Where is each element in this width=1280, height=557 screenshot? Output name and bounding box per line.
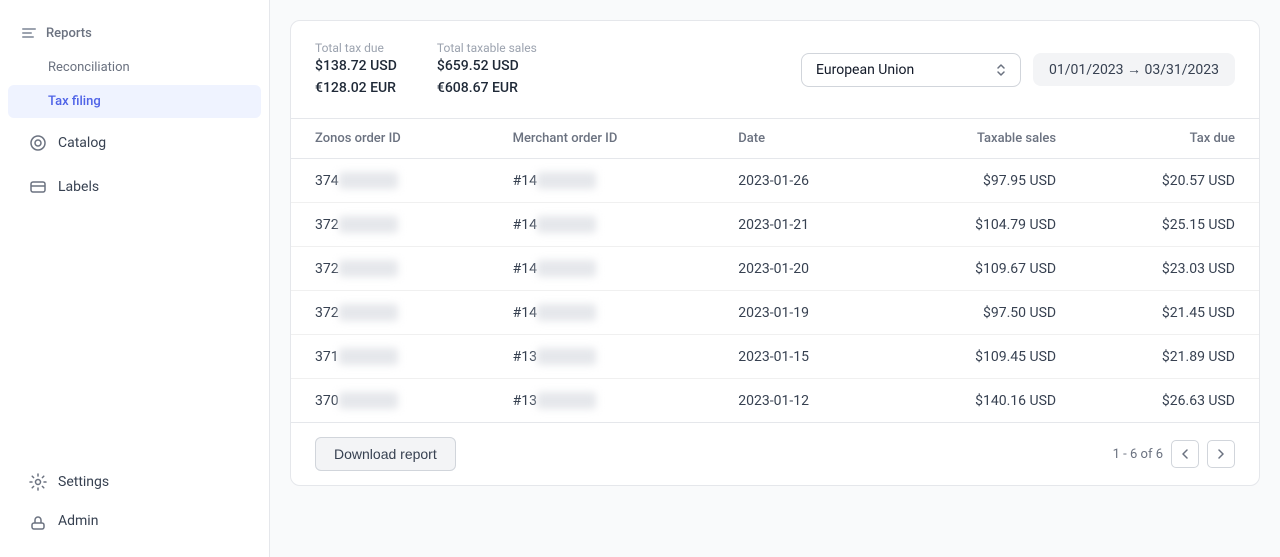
region-select[interactable]: European Union xyxy=(801,53,1021,87)
sidebar-item-admin[interactable]: Admin xyxy=(8,502,261,540)
cell-taxable-sales: $109.67 USD xyxy=(890,247,1080,291)
cell-merchant-id: #14██████ xyxy=(489,159,715,203)
col-header-tax-due: Tax due xyxy=(1080,119,1259,159)
cell-zonos-id: 370██████ xyxy=(291,379,489,423)
labels-label: Labels xyxy=(58,179,99,195)
table-row: 372██████ #14██████ 2023-01-20 $109.67 U… xyxy=(291,247,1259,291)
prev-page-button[interactable] xyxy=(1171,440,1199,468)
cell-tax-due: $20.57 USD xyxy=(1080,159,1259,203)
table-row: 372██████ #14██████ 2023-01-21 $104.79 U… xyxy=(291,203,1259,247)
cell-tax-due: $23.03 USD xyxy=(1080,247,1259,291)
region-select-label: European Union xyxy=(816,62,914,78)
catalog-label: Catalog xyxy=(58,135,106,151)
total-tax-due-eur: €128.02 EUR xyxy=(315,79,397,99)
cell-taxable-sales: $104.79 USD xyxy=(890,203,1080,247)
total-taxable-sales-usd: $659.52 USD xyxy=(437,57,537,77)
admin-label: Admin xyxy=(58,513,98,529)
sidebar-reports-label: Reports xyxy=(46,26,92,41)
table-header-row: Zonos order ID Merchant order ID Date Ta… xyxy=(291,119,1259,159)
next-page-button[interactable] xyxy=(1207,440,1235,468)
total-tax-due-usd: $138.72 USD xyxy=(315,57,397,77)
sidebar-item-labels[interactable]: Labels xyxy=(8,168,261,206)
sidebar-reconciliation-label: Reconciliation xyxy=(48,60,130,75)
settings-icon xyxy=(28,472,48,492)
main-content: Total tax due $138.72 USD €128.02 EUR To… xyxy=(270,0,1280,557)
cell-taxable-sales: $140.16 USD xyxy=(890,379,1080,423)
sidebar-item-settings[interactable]: Settings xyxy=(8,463,261,501)
cell-date: 2023-01-15 xyxy=(714,335,889,379)
labels-icon xyxy=(28,177,48,197)
sidebar-tax-filing-label: Tax filing xyxy=(48,94,101,109)
total-taxable-sales-eur: €608.67 EUR xyxy=(437,79,537,99)
col-header-taxable-sales: Taxable sales xyxy=(890,119,1080,159)
date-range: 01/01/2023 → 03/31/2023 xyxy=(1033,53,1235,86)
sidebar: Reports Reconciliation Tax filing Catalo… xyxy=(0,0,270,557)
region-chevrons-icon xyxy=(996,63,1006,77)
cell-zonos-id: 372██████ xyxy=(291,247,489,291)
cell-tax-due: $21.45 USD xyxy=(1080,291,1259,335)
summary-block: Total tax due $138.72 USD €128.02 EUR To… xyxy=(315,41,537,98)
orders-table: Zonos order ID Merchant order ID Date Ta… xyxy=(291,118,1259,422)
cell-date: 2023-01-19 xyxy=(714,291,889,335)
admin-icon xyxy=(28,511,48,531)
cell-zonos-id: 371██████ xyxy=(291,335,489,379)
tax-filing-card: Total tax due $138.72 USD €128.02 EUR To… xyxy=(290,20,1260,486)
cell-merchant-id: #14██████ xyxy=(489,203,715,247)
cell-date: 2023-01-26 xyxy=(714,159,889,203)
cell-merchant-id: #13██████ xyxy=(489,335,715,379)
cell-tax-due: $25.15 USD xyxy=(1080,203,1259,247)
settings-label: Settings xyxy=(58,474,109,490)
total-tax-due-block: Total tax due $138.72 USD €128.02 EUR xyxy=(315,41,397,98)
cell-tax-due: $26.63 USD xyxy=(1080,379,1259,423)
cell-date: 2023-01-20 xyxy=(714,247,889,291)
table-row: 371██████ #13██████ 2023-01-15 $109.45 U… xyxy=(291,335,1259,379)
col-header-zonos-id: Zonos order ID xyxy=(291,119,489,159)
cell-date: 2023-01-21 xyxy=(714,203,889,247)
col-header-merchant-id: Merchant order ID xyxy=(489,119,715,159)
cell-merchant-id: #13██████ xyxy=(489,379,715,423)
sidebar-item-tax-filing[interactable]: Tax filing xyxy=(8,85,261,118)
pagination-text: 1 - 6 of 6 xyxy=(1113,447,1163,462)
cell-zonos-id: 372██████ xyxy=(291,291,489,335)
total-tax-due-label: Total tax due xyxy=(315,41,397,55)
reports-icon xyxy=(20,24,38,42)
sidebar-item-reconciliation[interactable]: Reconciliation xyxy=(8,51,261,84)
cell-zonos-id: 372██████ xyxy=(291,203,489,247)
date-range-text: 01/01/2023 → 03/31/2023 xyxy=(1049,62,1219,78)
cell-merchant-id: #14██████ xyxy=(489,247,715,291)
pagination: 1 - 6 of 6 xyxy=(1113,440,1235,468)
sidebar-item-catalog[interactable]: Catalog xyxy=(8,124,261,162)
cell-zonos-id: 374██████ xyxy=(291,159,489,203)
table-row: 374██████ #14██████ 2023-01-26 $97.95 US… xyxy=(291,159,1259,203)
sidebar-reports-header[interactable]: Reports xyxy=(0,16,269,50)
cell-date: 2023-01-12 xyxy=(714,379,889,423)
table-footer: Download report 1 - 6 of 6 xyxy=(291,422,1259,485)
total-taxable-sales-block: Total taxable sales $659.52 USD €608.67 … xyxy=(437,41,537,98)
cell-taxable-sales: $97.95 USD xyxy=(890,159,1080,203)
col-header-date: Date xyxy=(714,119,889,159)
cell-tax-due: $21.89 USD xyxy=(1080,335,1259,379)
cell-taxable-sales: $97.50 USD xyxy=(890,291,1080,335)
filter-area: European Union 01/01/2023 → 03/31/2023 xyxy=(801,53,1235,87)
cell-merchant-id: #14██████ xyxy=(489,291,715,335)
download-report-button[interactable]: Download report xyxy=(315,437,456,471)
catalog-icon xyxy=(28,133,48,153)
table-row: 372██████ #14██████ 2023-01-19 $97.50 US… xyxy=(291,291,1259,335)
table-row: 370██████ #13██████ 2023-01-12 $140.16 U… xyxy=(291,379,1259,423)
card-header: Total tax due $138.72 USD €128.02 EUR To… xyxy=(291,21,1259,118)
total-taxable-sales-label: Total taxable sales xyxy=(437,41,537,55)
cell-taxable-sales: $109.45 USD xyxy=(890,335,1080,379)
